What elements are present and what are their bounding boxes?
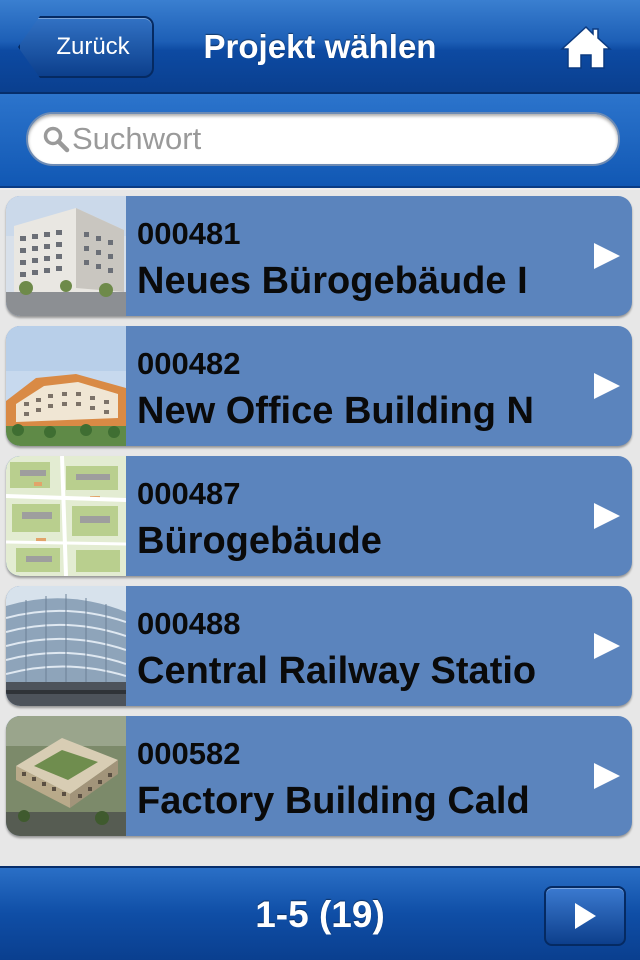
- project-row[interactable]: 000487 Bürogebäude: [6, 456, 632, 576]
- project-name: Central Railway Statio: [137, 650, 537, 692]
- project-number: 000488: [137, 606, 241, 641]
- search-field[interactable]: [26, 112, 620, 166]
- project-number: 000481: [137, 216, 241, 251]
- disclosure-arrow-icon: [594, 633, 620, 659]
- project-thumbnail-factory-aerial: [6, 716, 126, 836]
- project-name: Bürogebäude: [137, 520, 382, 562]
- search-bar: [0, 94, 640, 188]
- search-icon: [43, 126, 70, 153]
- back-button[interactable]: Zurück: [18, 16, 154, 78]
- project-number: 000482: [137, 346, 241, 381]
- project-name: Neues Bürogebäude I: [137, 260, 528, 302]
- navigation-bar: Zurück Projekt wählen: [0, 0, 640, 94]
- home-icon: [560, 25, 612, 69]
- project-row[interactable]: 000481 Neues Bürogebäude I: [6, 196, 632, 316]
- home-button[interactable]: [556, 20, 616, 74]
- disclosure-arrow-icon: [594, 373, 620, 399]
- project-name: New Office Building N: [137, 390, 534, 432]
- play-next-icon: [575, 903, 596, 929]
- project-thumbnail-site-plan: [6, 456, 126, 576]
- project-number: 000487: [137, 476, 241, 511]
- project-thumbnail-office-building: [6, 196, 126, 316]
- next-page-button[interactable]: [544, 886, 626, 946]
- page-indicator: 1-5 (19): [255, 894, 385, 935]
- project-row[interactable]: 000582 Factory Building Cald: [6, 716, 632, 836]
- search-input[interactable]: [70, 117, 590, 161]
- disclosure-arrow-icon: [594, 243, 620, 269]
- project-row[interactable]: 000488 Central Railway Statio: [6, 586, 632, 706]
- disclosure-arrow-icon: [594, 763, 620, 789]
- project-row[interactable]: 000482 New Office Building N: [6, 326, 632, 446]
- back-button-label: Zurück: [56, 33, 130, 60]
- project-number: 000582: [137, 736, 241, 771]
- page-title: Projekt wählen: [203, 28, 437, 65]
- disclosure-arrow-icon: [594, 503, 620, 529]
- project-thumbnail-glass-building: [6, 586, 126, 706]
- project-list: 000481 Neues Bürogebäude I 000482 New Of…: [0, 190, 640, 866]
- project-name: Factory Building Cald: [137, 780, 530, 822]
- project-thumbnail-office-complex: [6, 326, 126, 446]
- paging-bar: 1-5 (19): [0, 866, 640, 960]
